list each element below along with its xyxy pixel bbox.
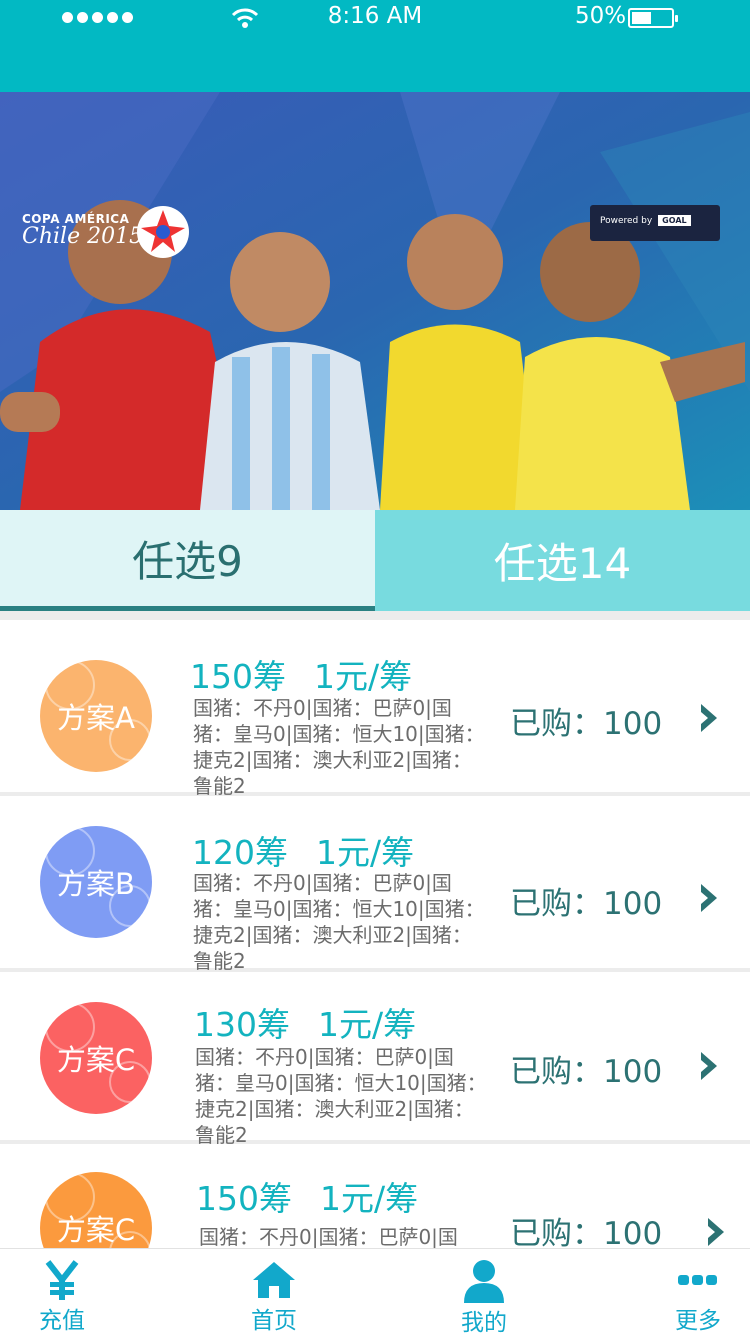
user-icon: [463, 1259, 505, 1303]
plan-item-a[interactable]: 方案A 150筹 1元/筹 国猪：不丹0|国猪：巴萨0|国猪：皇马0|国猪：恒大1…: [0, 620, 750, 798]
chevron-right-icon[interactable]: [697, 882, 721, 914]
plan-badge: 方案B: [40, 826, 152, 938]
status-bar: 8:16 AM 50%: [0, 0, 750, 92]
plan-description: 国猪：不丹0|国猪：巴萨0|国猪：皇马0|国猪：恒大10|国猪：捷克2|国猪：澳…: [193, 871, 485, 973]
banner-artwork: [0, 92, 750, 510]
copa-america-logo: COPA AMÉRICA Chile 2015: [22, 212, 144, 249]
plan-bought-count: 已购：100: [510, 886, 663, 922]
nav-home[interactable]: 首页: [234, 1249, 314, 1334]
bottom-nav: 充值 首页 我的 更多: [0, 1248, 750, 1334]
chevron-right-icon[interactable]: [704, 1216, 728, 1248]
tab-bar: 任选9 任选14: [0, 510, 750, 611]
tournament-emblem-icon: [137, 206, 189, 258]
plan-price: 130筹 1元/筹: [194, 1005, 417, 1044]
battery-icon: [628, 8, 678, 28]
tab-ren-xuan-9[interactable]: 任选9: [0, 510, 375, 611]
hero-banner[interactable]: COPA AMÉRICA Chile 2015 Powered by GOAL: [0, 92, 750, 510]
nav-more[interactable]: 更多: [658, 1249, 738, 1334]
plan-item-b[interactable]: 方案B 120筹 1元/筹 国猪：不丹0|国猪：巴萨0|国猪：皇马0|国猪：恒大1…: [0, 796, 750, 973]
chevron-right-icon[interactable]: [697, 702, 721, 734]
home-icon: [251, 1259, 297, 1301]
plan-badge: 方案C: [40, 1172, 152, 1248]
plan-description: 国猪：不丹0|国猪：巴萨0|国猪：皇马0|国猪：恒大10|国猪：捷克2|国猪：澳…: [195, 1045, 487, 1147]
plan-badge: 方案A: [40, 660, 152, 772]
plan-bought-count: 已购：100: [510, 1216, 663, 1248]
plan-badge: 方案C: [40, 1002, 152, 1114]
yen-icon: [45, 1259, 79, 1301]
plan-description: 国猪：不丹0|国猪：巴萨0|国猪：皇马0|国猪：恒大10|国猪：捷克2|国猪：澳…: [193, 696, 485, 798]
plan-bought-count: 已购：100: [510, 706, 663, 742]
powered-by-goal-badge: Powered by GOAL: [590, 205, 720, 241]
plan-price: 150筹 1元/筹: [196, 1179, 419, 1218]
plan-price: 120筹 1元/筹: [192, 833, 415, 872]
chevron-right-icon[interactable]: [697, 1050, 721, 1082]
plan-bought-count: 已购：100: [510, 1054, 663, 1090]
nav-recharge[interactable]: 充值: [22, 1249, 102, 1334]
plan-item-c[interactable]: 方案C 130筹 1元/筹 国猪：不丹0|国猪：巴萨0|国猪：皇马0|国猪：恒大1…: [0, 972, 750, 1147]
plan-item-d[interactable]: 方案C 150筹1元/筹 国猪：不丹0|国猪：巴萨0|国猪： 已购：100: [0, 1144, 750, 1248]
plan-description: 国猪：不丹0|国猪：巴萨0|国猪：: [199, 1225, 458, 1248]
battery-percent: 50%: [575, 3, 627, 29]
nav-mine[interactable]: 我的: [444, 1249, 524, 1334]
plan-price: 150筹 1元/筹: [190, 657, 413, 696]
tab-ren-xuan-14[interactable]: 任选14: [375, 510, 750, 611]
more-icon: [678, 1259, 718, 1301]
